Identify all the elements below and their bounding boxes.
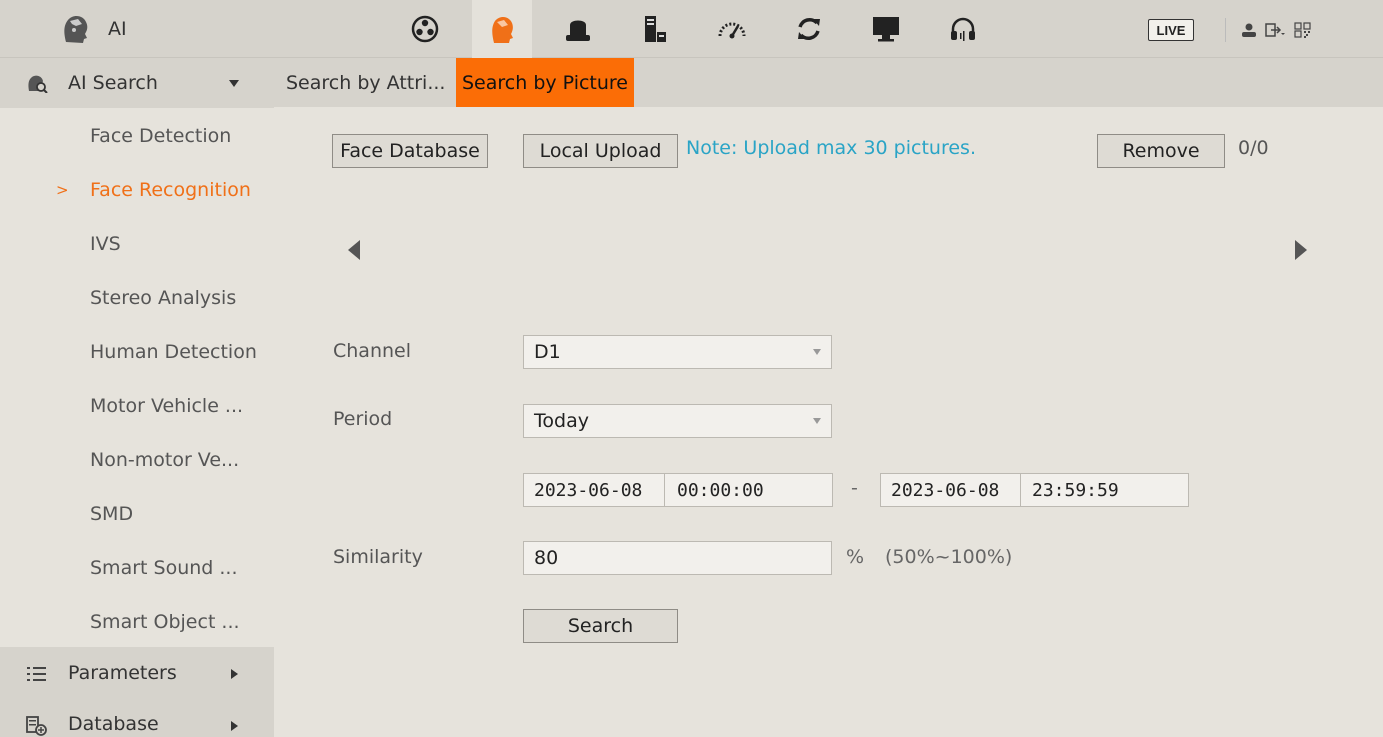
channel-select[interactable]: D1 — [523, 335, 832, 369]
similarity-label: Similarity — [333, 546, 423, 568]
live-button[interactable]: LIVE — [1148, 19, 1194, 41]
channel-value: D1 — [534, 341, 561, 363]
active-marker-icon: > — [56, 181, 69, 199]
remove-button[interactable]: Remove — [1097, 134, 1225, 168]
end-date[interactable]: 2023-06-08 — [891, 480, 999, 501]
top-bar: AI LIVE — [0, 0, 1383, 58]
percent-sign: % — [846, 546, 865, 568]
similarity-value: 80 — [534, 547, 559, 569]
sidebar-item-stereo-analysis[interactable]: Stereo Analysis — [0, 271, 274, 325]
local-upload-button[interactable]: Local Upload — [523, 134, 678, 168]
search-button[interactable]: Search — [523, 609, 678, 643]
sidebar-item-label: Face Recognition — [90, 179, 251, 201]
headset-icon[interactable] — [933, 0, 993, 58]
sidebar-group-database[interactable]: Database — [0, 699, 274, 737]
period-label: Period — [333, 408, 393, 430]
app-title: AI — [108, 18, 127, 40]
end-time[interactable]: 23:59:59 — [1032, 480, 1119, 501]
film-reel-icon[interactable] — [395, 0, 455, 58]
tab-search-by-picture[interactable]: Search by Picture — [456, 58, 634, 107]
next-arrow-icon[interactable] — [1293, 240, 1307, 260]
range-separator: - — [851, 477, 858, 499]
chevron-down-icon — [229, 80, 239, 87]
divider — [664, 474, 665, 506]
sidebar-item-smart-object[interactable]: Smart Object ... — [0, 595, 274, 649]
similarity-input[interactable]: 80 — [523, 541, 832, 575]
ai-head-logo-icon — [64, 16, 88, 43]
refresh-icon[interactable] — [779, 0, 839, 58]
logout-icon[interactable] — [1264, 22, 1286, 38]
alarm-bell-icon[interactable] — [548, 0, 608, 58]
chevron-right-icon — [231, 669, 238, 679]
sidebar-item-label: Smart Object ... — [90, 611, 240, 633]
ai-head-icon[interactable] — [472, 0, 532, 58]
sidebar-item-motor-vehicle[interactable]: Motor Vehicle ... — [0, 379, 274, 433]
chevron-down-icon — [813, 349, 821, 355]
sidebar-item-face-recognition[interactable]: > Face Recognition — [0, 163, 274, 217]
start-date[interactable]: 2023-06-08 — [534, 480, 642, 501]
sidebar-item-non-motor-vehicle[interactable]: Non-motor Ve... — [0, 433, 274, 487]
divider — [1020, 474, 1021, 506]
upload-note: Note: Upload max 30 pictures. — [686, 137, 976, 159]
database-icon — [26, 716, 47, 736]
user-icon[interactable] — [1238, 22, 1260, 38]
sidebar-group-label: Database — [68, 713, 159, 735]
period-select[interactable]: Today — [523, 404, 832, 438]
storage-icon[interactable] — [625, 0, 685, 58]
sidebar-item-label: Stereo Analysis — [90, 287, 237, 309]
face-database-button[interactable]: Face Database — [332, 134, 488, 168]
sidebar-item-label: Motor Vehicle ... — [90, 395, 244, 417]
sidebar-item-label: IVS — [90, 233, 121, 255]
sidebar-group-parameters[interactable]: Parameters — [0, 647, 274, 699]
sidebar-item-label: Smart Sound ... — [90, 557, 238, 579]
chevron-down-icon — [813, 418, 821, 424]
tab-bar: Search by Attri... Search by Picture — [274, 58, 1383, 107]
previous-arrow-icon[interactable] — [348, 240, 362, 260]
list-icon — [27, 667, 46, 681]
channel-label: Channel — [333, 340, 412, 362]
sidebar-item-smd[interactable]: SMD — [0, 487, 274, 541]
tab-search-by-attribute[interactable]: Search by Attri... — [276, 58, 455, 107]
sidebar-item-human-detection[interactable]: Human Detection — [0, 325, 274, 379]
sidebar-group-ai-search[interactable]: AI Search — [0, 58, 274, 108]
sidebar-item-smart-sound[interactable]: Smart Sound ... — [0, 541, 274, 595]
sidebar-group-label: AI Search — [68, 72, 158, 94]
end-datetime-field[interactable]: 2023-06-08 23:59:59 — [880, 473, 1189, 507]
divider — [1225, 18, 1226, 42]
sidebar-group-label: Parameters — [68, 662, 177, 684]
qr-code-icon[interactable] — [1293, 22, 1315, 38]
ai-search-icon — [28, 75, 48, 93]
sidebar-item-label: Non-motor Ve... — [90, 449, 240, 471]
gauge-icon[interactable] — [702, 0, 762, 58]
sidebar-item-label: Face Detection — [90, 125, 232, 147]
sidebar: AI Search Face Detection > Face Recognit… — [0, 58, 274, 737]
chevron-right-icon — [231, 721, 238, 731]
monitor-icon[interactable] — [856, 0, 916, 58]
picture-counter: 0/0 — [1238, 137, 1269, 159]
sidebar-item-label: SMD — [90, 503, 134, 525]
start-time[interactable]: 00:00:00 — [677, 480, 764, 501]
sidebar-item-ivs[interactable]: IVS — [0, 217, 274, 271]
sidebar-item-label: Human Detection — [90, 341, 257, 363]
sidebar-item-face-detection[interactable]: Face Detection — [0, 109, 274, 163]
similarity-range-hint: (50%~100%) — [885, 546, 1013, 568]
period-value: Today — [534, 410, 589, 432]
start-datetime-field[interactable]: 2023-06-08 00:00:00 — [523, 473, 833, 507]
